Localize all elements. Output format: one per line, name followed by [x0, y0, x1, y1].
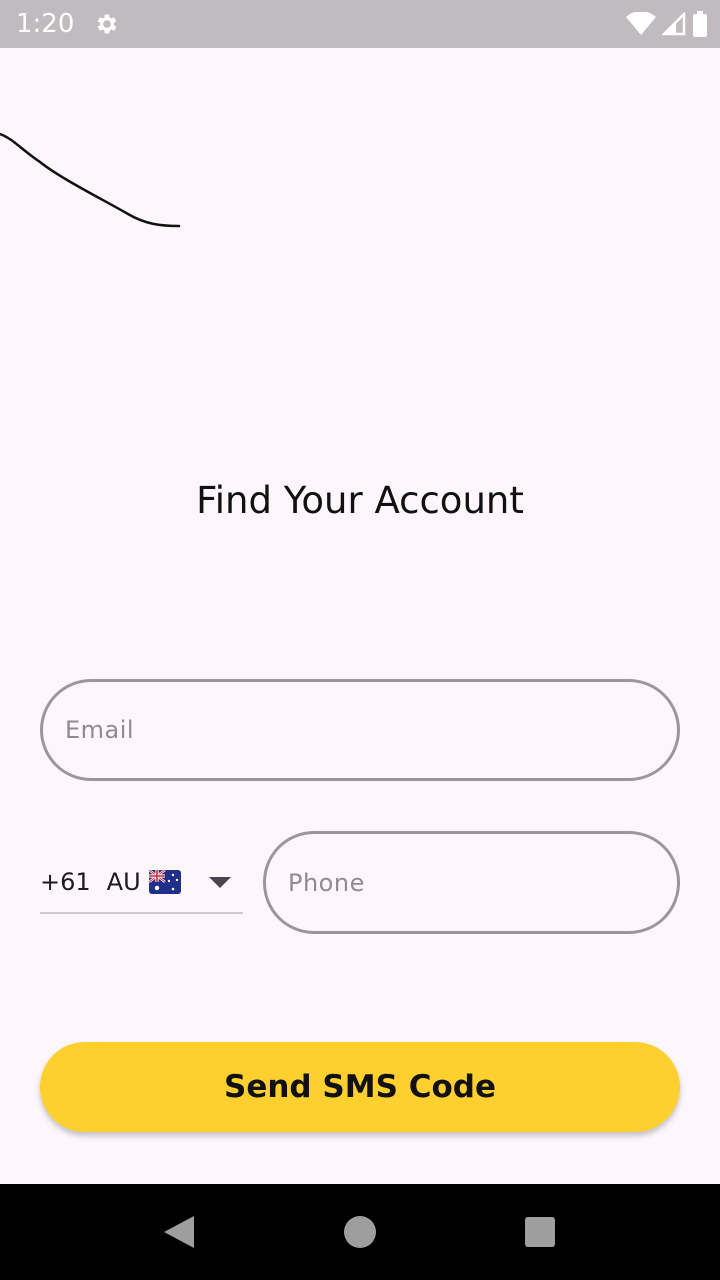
country-code-select[interactable]: +61 AU: [40, 852, 243, 914]
status-time: 1:20: [16, 9, 75, 39]
country-dial-code: +61: [40, 868, 91, 896]
wifi-icon: [626, 12, 656, 35]
navigation-bar: [0, 1184, 720, 1280]
dropdown-arrow-icon[interactable]: [209, 877, 231, 888]
settings-gear-icon: [97, 14, 117, 34]
send-sms-code-button[interactable]: Send SMS Code: [40, 1042, 680, 1132]
decorative-curve: [0, 132, 181, 228]
australia-flag-icon: [148, 870, 181, 894]
find-account-screen: 1:20 Find Your Account +61 AU: [0, 0, 720, 1280]
back-icon[interactable]: [162, 1215, 196, 1249]
page-title: Find Your Account: [196, 479, 524, 522]
country-iso-code: AU: [106, 868, 141, 896]
cellular-signal-icon: [662, 12, 686, 36]
status-bar: 1:20: [0, 0, 720, 48]
battery-icon: [693, 11, 707, 37]
phone-field[interactable]: [263, 831, 680, 934]
email-field[interactable]: [40, 679, 680, 781]
status-icons: [626, 11, 708, 37]
home-icon[interactable]: [344, 1216, 376, 1248]
recents-icon[interactable]: [525, 1217, 555, 1247]
